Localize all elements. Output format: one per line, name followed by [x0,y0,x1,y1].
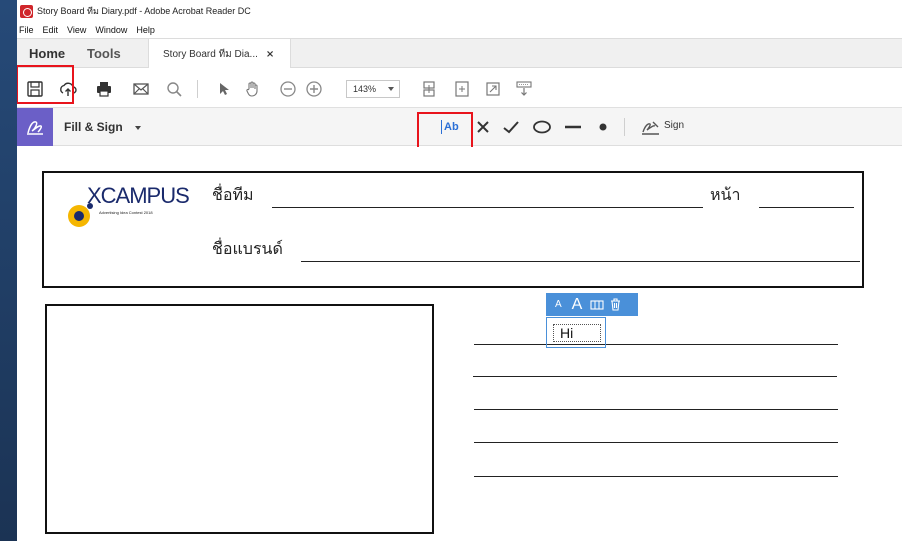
text-cursor-icon [441,120,442,134]
decrease-font-size-button[interactable]: A [555,299,562,310]
fill-sign-menu[interactable]: Fill & Sign [64,120,123,134]
rotate-icon[interactable] [484,80,502,98]
close-tab-icon[interactable]: × [266,49,274,60]
main-toolbar: 143% [17,65,902,108]
cross-icon[interactable] [475,118,491,136]
text-field-toolbar: A A [546,293,638,316]
zoom-level-value: 143% [353,84,377,94]
zoom-level-dropdown[interactable]: 143% [346,80,400,98]
page-number-label: หน้า [710,185,741,204]
description-line [473,376,837,377]
add-text-label: Ab [444,121,459,133]
menu-bar: File Edit View Window Help [17,22,902,38]
acrobat-app-icon [20,4,33,18]
fit-page-icon[interactable] [420,80,438,98]
tab-document[interactable]: Story Board ทีม Dia... × [148,39,291,69]
print-icon[interactable] [95,80,113,98]
storyboard-frame [45,304,434,534]
description-line [474,344,838,345]
zoom-in-icon[interactable] [305,80,323,98]
search-icon[interactable] [165,80,183,98]
sign-icon[interactable] [641,118,661,136]
comb-field-icon[interactable] [590,299,604,311]
circle-icon[interactable] [532,118,552,136]
menu-edit[interactable]: Edit [43,25,59,35]
xcampus-logo-subtitle: Advertising Idea Contest 2018 [99,210,153,215]
scroll-mode-icon[interactable] [515,80,533,98]
menu-window[interactable]: Window [95,25,127,35]
window-title: Story Board ทีม Diary.pdf - Adobe Acroba… [37,6,251,16]
checkmark-icon[interactable] [502,118,520,136]
hand-icon[interactable] [244,80,262,98]
xcampus-logo-text: XCAMPUS [87,183,190,208]
line-icon[interactable] [564,118,582,136]
team-name-line [272,207,703,208]
menu-file[interactable]: File [19,25,34,35]
description-line [474,476,838,477]
menu-help[interactable]: Help [136,25,155,35]
sign-label[interactable]: Sign [664,120,684,131]
text-field-container[interactable]: Hi [546,317,606,348]
tab-bar: Home Tools Story Board ทีม Dia... × [17,38,902,69]
description-line [474,409,838,410]
fill-sign-tool-tile[interactable] [17,108,53,146]
save-highlight-box [17,65,74,104]
chevron-down-icon [388,87,394,91]
email-icon[interactable] [132,80,150,98]
select-arrow-icon[interactable] [215,80,233,98]
team-name-label: ชื่อทีม [212,185,254,204]
tab-home[interactable]: Home [29,46,65,61]
acrobat-window: Story Board ทีม Diary.pdf - Adobe Acroba… [17,0,902,541]
trash-icon[interactable] [610,298,621,311]
fill-sign-toolbar: Fill & Sign Ab Sign [17,108,902,152]
desktop-background [0,0,17,541]
page-number-line [759,207,854,208]
menu-view[interactable]: View [67,25,86,35]
pdf-page: XCAMPUS Advertising Idea Contest 2018 ชื… [17,147,902,541]
title-bar: Story Board ทีม Diary.pdf - Adobe Acroba… [17,0,902,22]
dot-icon[interactable] [597,118,609,136]
full-screen-icon[interactable] [453,80,471,98]
brand-name-label: ชื่อแบรนด์ [212,239,283,258]
description-line [474,442,838,443]
zoom-out-icon[interactable] [279,80,297,98]
add-text-icon[interactable]: Ab [441,118,465,136]
toolbar-separator [197,80,198,98]
brand-name-line [301,261,860,262]
tab-document-label: Story Board ทีม Dia... [163,48,258,60]
increase-font-size-button[interactable]: A [572,296,583,314]
tab-tools[interactable]: Tools [87,46,121,61]
fill-sign-pen-icon [27,121,43,135]
chevron-down-icon [135,126,141,130]
toolbar-separator [624,118,625,136]
text-field-input[interactable]: Hi [553,324,601,342]
